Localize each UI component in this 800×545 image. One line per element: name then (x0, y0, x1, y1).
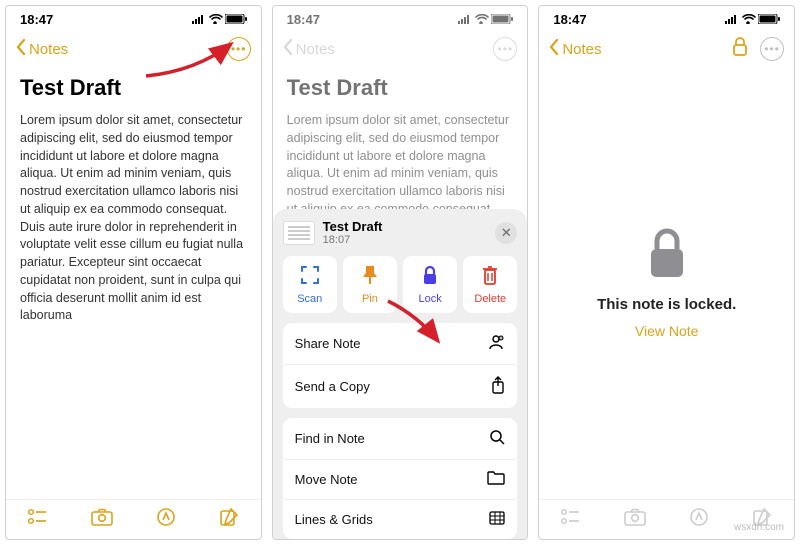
wifi-icon (209, 12, 223, 27)
chevron-left-icon (283, 39, 293, 59)
scan-icon (299, 264, 321, 289)
nav-bar: Notes ••• (6, 32, 261, 66)
more-button[interactable]: ••• (227, 37, 251, 61)
send-copy-item[interactable]: Send a Copy (283, 364, 518, 408)
checklist-icon (561, 508, 581, 531)
nav-bar: Notes ••• (539, 32, 794, 66)
signal-icon (458, 12, 473, 27)
bottom-toolbar (6, 499, 261, 539)
pin-label: Pin (362, 293, 378, 305)
pin-button[interactable]: Pin (343, 256, 397, 313)
close-button[interactable]: ✕ (495, 222, 517, 244)
phone-screen-1: 18:47 Notes ••• (5, 5, 262, 540)
wifi-icon (475, 12, 489, 27)
delete-button[interactable]: Delete (463, 256, 517, 313)
person-add-icon (487, 334, 505, 353)
menu-label: Send a Copy (295, 379, 370, 394)
folder-icon (487, 471, 505, 488)
signal-icon (192, 12, 207, 27)
close-icon: ✕ (501, 225, 512, 241)
status-time: 18:47 (553, 12, 586, 27)
more-button: ••• (493, 37, 517, 61)
back-label: Notes (296, 41, 335, 58)
note-thumbnail (283, 221, 315, 245)
ellipsis-icon: ••• (764, 42, 780, 56)
compose-icon[interactable] (219, 507, 239, 532)
status-right (458, 12, 513, 27)
status-bar: 18:47 (6, 6, 261, 32)
back-button[interactable]: Notes (549, 39, 601, 59)
back-button: Notes (283, 39, 335, 59)
grid-icon (489, 511, 505, 528)
note-title: Test Draft (287, 72, 514, 103)
menu-group-2: Find in Note Move Note Lines & Grids (283, 418, 518, 539)
checklist-icon[interactable] (28, 508, 48, 531)
lines-grids-item[interactable]: Lines & Grids (283, 499, 518, 539)
lock-icon (420, 264, 440, 289)
lock-button[interactable]: Lock (403, 256, 457, 313)
battery-icon (758, 12, 780, 27)
status-time: 18:47 (20, 12, 53, 27)
chevron-left-icon (16, 39, 26, 59)
phone-screen-3: 18:47 Notes ••• This note is locked. Vie… (538, 5, 795, 540)
view-note-link[interactable]: View Note (635, 323, 699, 339)
draw-icon (689, 507, 709, 532)
more-button: ••• (760, 37, 784, 61)
bottom-toolbar (539, 499, 794, 539)
status-time: 18:47 (287, 12, 320, 27)
back-label: Notes (29, 41, 68, 58)
sheet-title: Test Draft (323, 219, 383, 234)
menu-label: Share Note (295, 336, 361, 351)
menu-label: Lines & Grids (295, 512, 373, 527)
sheet-header: Test Draft 18:07 ✕ (283, 219, 518, 246)
locked-view: This note is locked. View Note (539, 66, 794, 499)
battery-icon (225, 12, 247, 27)
camera-icon (624, 508, 646, 531)
action-row: Scan Pin Lock Delete (283, 256, 518, 313)
action-sheet: Test Draft 18:07 ✕ Scan Pin Lock Del (273, 209, 528, 539)
delete-label: Delete (474, 293, 506, 305)
note-body: Lorem ipsum dolor sit amet, consectetur … (20, 112, 247, 325)
ellipsis-icon: ••• (498, 42, 514, 56)
status-bar: 18:47 (273, 6, 528, 32)
sheet-time: 18:07 (323, 234, 383, 246)
ellipsis-icon: ••• (231, 42, 247, 56)
back-label: Notes (562, 41, 601, 58)
back-button[interactable]: Notes (16, 39, 68, 59)
search-icon (489, 429, 505, 448)
nav-bar: Notes ••• (273, 32, 528, 66)
status-right (725, 12, 780, 27)
lock-label: Lock (418, 293, 441, 305)
lock-large-icon (645, 227, 689, 286)
menu-label: Find in Note (295, 431, 365, 446)
locked-message: This note is locked. (597, 296, 736, 313)
status-bar: 18:47 (539, 6, 794, 32)
note-content[interactable]: Test Draft Lorem ipsum dolor sit amet, c… (6, 66, 261, 499)
wifi-icon (742, 12, 756, 27)
share-note-item[interactable]: Share Note (283, 323, 518, 364)
note-title: Test Draft (20, 72, 247, 103)
pin-icon (360, 264, 380, 289)
watermark: wsxdn.com (734, 522, 784, 533)
move-note-item[interactable]: Move Note (283, 459, 518, 499)
signal-icon (725, 12, 740, 27)
chevron-left-icon (549, 39, 559, 59)
draw-icon[interactable] (156, 507, 176, 532)
lock-toggle-button[interactable] (732, 37, 748, 62)
trash-icon (480, 264, 500, 289)
menu-label: Move Note (295, 472, 358, 487)
battery-icon (491, 12, 513, 27)
find-in-note-item[interactable]: Find in Note (283, 418, 518, 459)
phone-screen-2: 18:47 Notes ••• Test Draft Lorem ipsum d… (272, 5, 529, 540)
menu-group-1: Share Note Send a Copy (283, 323, 518, 408)
scan-button[interactable]: Scan (283, 256, 337, 313)
status-right (192, 12, 247, 27)
scan-label: Scan (297, 293, 322, 305)
share-icon (491, 376, 505, 397)
camera-icon[interactable] (91, 508, 113, 531)
